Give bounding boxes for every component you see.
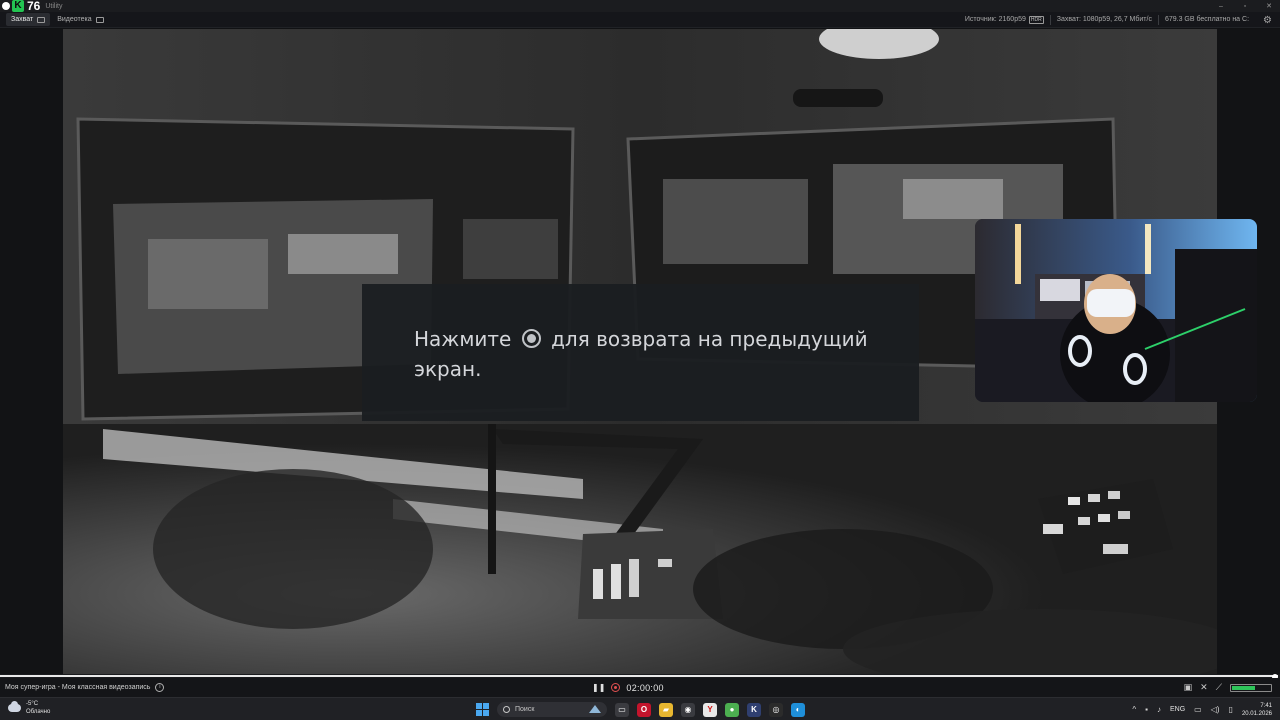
storage-free: 679.3 GB бесплатно на C:	[1164, 16, 1250, 23]
top-bar: Захват Видеотека Источник: 2160p59 HDR З…	[0, 12, 1280, 28]
recording-tools: ▣ ✕ ⟋	[1184, 678, 1272, 697]
tab-capture-label: Захват	[11, 16, 34, 23]
transport-controls: ❚❚ 02:00:00	[592, 678, 664, 697]
mic-icon[interactable]: ♪	[1157, 705, 1161, 714]
pause-button[interactable]: ❚❚	[592, 683, 605, 692]
file-manager-icon[interactable]: ▭	[615, 702, 629, 717]
stream-off-icon[interactable]: ⟋	[1216, 682, 1222, 693]
tray-app-icon[interactable]: ▪	[1145, 705, 1148, 714]
audio-level-gauge	[1230, 683, 1272, 692]
dialog-text-before: Нажмите	[414, 327, 512, 351]
weather-widget[interactable]: -5°C Облачно	[8, 700, 50, 716]
tab-library-label: Видеотека	[57, 16, 92, 23]
audio-level-fill	[1232, 685, 1255, 690]
record-button[interactable]	[611, 683, 621, 692]
capture-screen-icon[interactable]: ▣	[1184, 682, 1193, 693]
recording-bar: Моя супер-игра - Моя классная видеозапис…	[0, 678, 1280, 697]
cloud-icon	[8, 701, 21, 712]
film-icon	[95, 16, 104, 23]
recording-timer: 02:00:00	[626, 682, 664, 693]
pinned-apps: ▭ O ▰ ◉ Y ● K ◎ ◐	[615, 702, 805, 717]
weather-desc: Облачно	[26, 709, 51, 715]
windows-start-icon[interactable]	[476, 703, 489, 716]
webcam-scene	[975, 219, 1257, 402]
yandex-icon[interactable]: Y	[703, 702, 717, 717]
recorder-icon[interactable]: ◉	[681, 702, 695, 717]
capture-status: Источник: 2160p59 HDR Захват: 1080p59, 2…	[959, 12, 1272, 28]
taskbar-search[interactable]: Поиск	[497, 702, 607, 717]
source-label: Источник: 2160p59	[964, 16, 1026, 23]
mic-off-icon[interactable]: ✕	[1200, 682, 1208, 693]
app-logo-number: 76	[27, 0, 41, 13]
maximize-button[interactable]: ▫	[1240, 3, 1250, 10]
app-menu-icon[interactable]	[2, 2, 10, 10]
battery-icon[interactable]: ▯	[1229, 705, 1233, 714]
capture-format: Захват: 1080p59, 26,7 Мбит/с	[1051, 15, 1159, 25]
window-controls: – ▫ ✕	[1216, 0, 1274, 12]
weather-text: -5°C Облачно	[26, 700, 50, 716]
app-logo-icon: K	[12, 0, 24, 12]
chat-icon[interactable]: ●	[725, 702, 739, 717]
folder-icon[interactable]: ▰	[659, 702, 673, 717]
weather-temp: -5°C	[26, 701, 39, 707]
search-highlight-icon	[589, 705, 601, 713]
volume-icon[interactable]: ◁)	[1211, 705, 1220, 714]
search-icon	[503, 706, 510, 713]
app-title: Utility	[45, 2, 63, 10]
circle-button-icon	[521, 329, 541, 348]
source-status: Источник: 2160p59 HDR	[959, 15, 1051, 25]
recording-name: Моя супер-игра - Моя классная видеозапис…	[5, 684, 151, 691]
timeline-progress	[0, 674, 1278, 680]
clock-date: 20.01.2026	[1241, 710, 1272, 717]
network-icon[interactable]: ▭	[1194, 705, 1202, 714]
close-button[interactable]: ✕	[1264, 2, 1274, 10]
capture-app-icon[interactable]: K	[747, 702, 761, 717]
capture-stage: Нажмите для возврата на предыдущий экран…	[0, 29, 1280, 674]
minimize-button[interactable]: –	[1216, 3, 1226, 10]
clock[interactable]: 7:41 20.01.2026	[1242, 702, 1272, 718]
info-icon[interactable]: i	[155, 683, 165, 692]
opera-icon[interactable]: O	[637, 702, 651, 717]
clock-time: 7:41	[1260, 702, 1272, 709]
language-indicator[interactable]: ENG	[1170, 706, 1185, 713]
settings-gear-icon[interactable]: ⚙	[1263, 15, 1272, 26]
hdr-badge: HDR	[1028, 16, 1044, 24]
chevron-up-icon[interactable]: ^	[1132, 705, 1136, 714]
tab-capture[interactable]: Захват	[6, 13, 51, 26]
taskbar-apps: Поиск ▭ O ▰ ◉ Y ● K ◎ ◐	[476, 700, 805, 719]
dialog-message: Нажмите для возврата на предыдущий экран…	[414, 324, 884, 384]
screen-icon	[37, 16, 46, 23]
app-logo: K 76	[2, 0, 40, 12]
browser-icon[interactable]: ◐	[791, 702, 805, 717]
title-bar: K 76 Utility – ▫ ✕	[0, 0, 1280, 12]
ps-back-dialog: Нажмите для возврата на предыдущий экран…	[362, 284, 919, 421]
windows-taskbar: -5°C Облачно Поиск ▭ O ▰ ◉ Y ● K ◎ ◐ ^ ▪ ♪ ENG ▭…	[0, 697, 1280, 720]
obs-icon[interactable]: ◎	[769, 702, 783, 717]
search-placeholder: Поиск	[515, 706, 535, 713]
webcam-overlay[interactable]	[975, 219, 1257, 402]
system-tray: ^ ▪ ♪ ENG ▭ ◁) ▯ 7:41 20.01.2026	[1132, 700, 1272, 719]
tab-library[interactable]: Видеотека	[52, 13, 108, 26]
